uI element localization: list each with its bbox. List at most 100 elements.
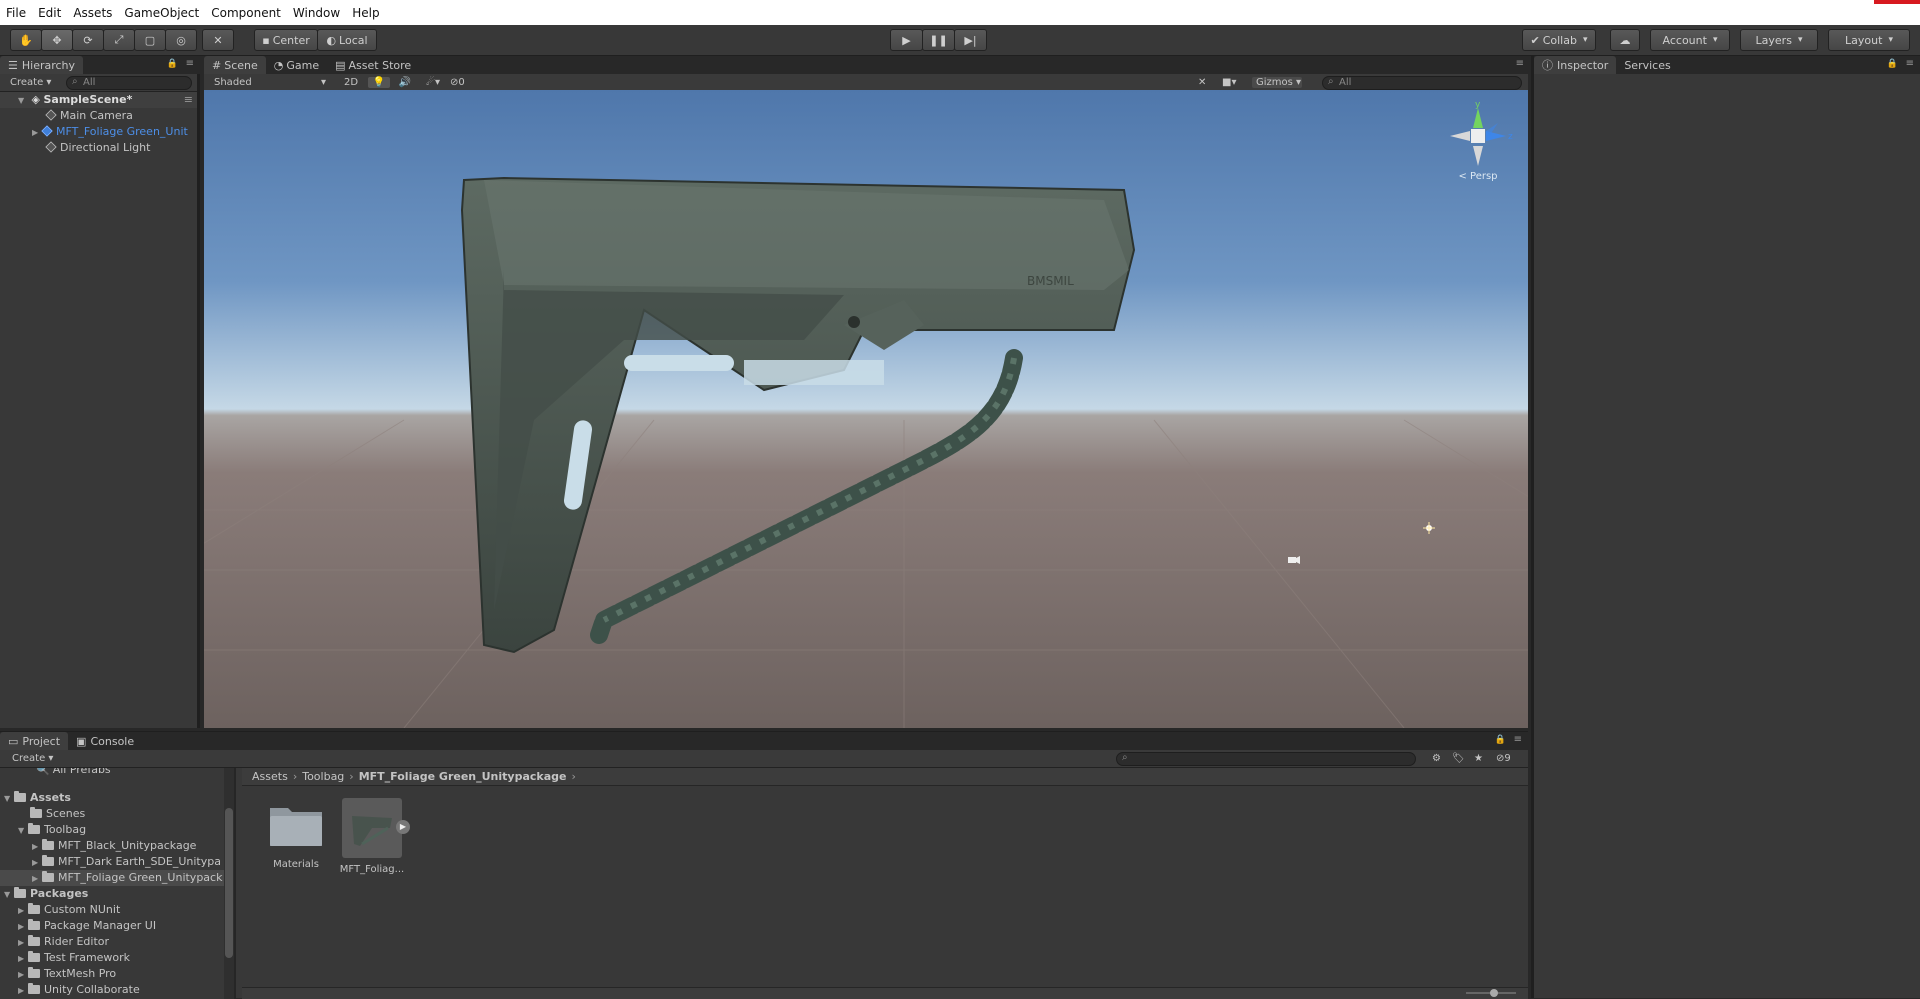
project-create-button[interactable]: Create ▾ <box>12 753 53 764</box>
cloud-button[interactable]: ☁ <box>1610 29 1640 51</box>
layers-dropdown[interactable]: Layers <box>1740 29 1818 51</box>
tree-item-rider-editor[interactable]: ▶ Rider Editor <box>18 934 109 950</box>
move-tool-button[interactable]: ✥ <box>41 29 73 51</box>
expand-triangle-icon[interactable]: ▶ <box>18 919 28 935</box>
panel-menu-icon[interactable]: ≡ <box>1906 58 1914 69</box>
menu-gameobject[interactable]: GameObject <box>118 6 205 20</box>
2d-toggle[interactable]: 2D <box>340 77 362 88</box>
layout-dropdown[interactable]: Layout <box>1828 29 1910 51</box>
panel-menu-icon[interactable]: ≡ <box>1514 734 1522 745</box>
expand-triangle-icon[interactable]: ▶ <box>32 855 42 871</box>
projection-toggle[interactable]: < Persp <box>1438 171 1518 182</box>
tree-item-custom-nunit[interactable]: ▶ Custom NUnit <box>18 902 120 918</box>
effects-dropdown-icon[interactable]: ☄▾ <box>420 77 446 88</box>
expand-triangle-icon[interactable]: ▼ <box>18 823 28 839</box>
expand-triangle-icon[interactable]: ▶ <box>32 871 42 887</box>
tree-item-mft-black[interactable]: ▶ MFT_Black_Unitypackage <box>32 838 196 854</box>
tree-item-unity-collaborate[interactable]: ▶ Unity Collaborate <box>18 982 140 998</box>
orientation-gizmo[interactable]: y z < Persp <box>1438 98 1518 188</box>
favorite-star-icon[interactable]: ★ <box>1474 753 1483 764</box>
tree-scrollbar[interactable] <box>224 768 234 999</box>
filter-type-icon[interactable]: ⚙ <box>1432 753 1441 764</box>
hand-tool-button[interactable]: ✋ <box>10 29 42 51</box>
hierarchy-item-main-camera[interactable]: Main Camera <box>45 108 133 124</box>
breadcrumb-item[interactable]: Toolbag <box>302 770 344 783</box>
lighting-toggle-icon[interactable]: 💡 <box>368 77 390 88</box>
expand-triangle-icon[interactable]: ▶ <box>32 125 42 141</box>
breadcrumb-item[interactable]: Assets <box>252 770 288 783</box>
tab-game[interactable]: ◔ Game <box>266 56 327 74</box>
expand-prefab-icon[interactable]: ▶ <box>396 820 410 834</box>
project-search-input[interactable] <box>1116 752 1416 766</box>
menu-window[interactable]: Window <box>287 6 346 20</box>
tree-item-packages[interactable]: ▼ Packages <box>4 886 88 902</box>
collab-dropdown[interactable]: ✔ Collab <box>1522 29 1596 51</box>
hierarchy-create-button[interactable]: Create ▾ <box>10 77 51 88</box>
gizmos-dropdown[interactable]: Gizmos ▾ <box>1252 77 1302 88</box>
play-button[interactable]: ▶ <box>890 29 923 51</box>
scene-root-row[interactable]: ▼ ◈ SampleScene* ≡ <box>0 92 197 108</box>
breadcrumb-item[interactable]: MFT_Foliage Green_Unitypackage <box>359 770 567 783</box>
hierarchy-item-directional-light[interactable]: Directional Light <box>45 140 150 156</box>
scene-menu-icon[interactable]: ≡ <box>184 92 193 108</box>
rect-tool-button[interactable]: ▢ <box>134 29 166 51</box>
custom-tool-button[interactable]: ✕ <box>202 29 234 51</box>
tab-asset-store[interactable]: ▤ Asset Store <box>327 56 419 74</box>
lock-icon[interactable]: 🔒 <box>167 59 178 69</box>
filter-label-icon[interactable]: 🏷 <box>1452 753 1465 764</box>
menu-help[interactable]: Help <box>346 6 385 20</box>
camera-icon[interactable]: ■▾ <box>1222 77 1236 88</box>
menu-edit[interactable]: Edit <box>32 6 67 20</box>
expand-triangle-icon[interactable]: ▼ <box>18 93 28 109</box>
tab-services[interactable]: Services <box>1616 56 1678 74</box>
tree-item-test-framework[interactable]: ▶ Test Framework <box>18 950 130 966</box>
expand-triangle-icon[interactable]: ▶ <box>18 903 28 919</box>
tree-item-package-manager-ui[interactable]: ▶ Package Manager UI <box>18 918 156 934</box>
tree-item-toolbag[interactable]: ▼ Toolbag <box>18 822 86 838</box>
tab-inspector[interactable]: ⓘ Inspector <box>1534 56 1617 74</box>
lock-icon[interactable]: 🔒 <box>1887 59 1898 69</box>
asset-prefab-item[interactable]: ▶ MFT_Foliag... <box>338 798 410 876</box>
tree-item-mft-foliage-green[interactable]: ▶ MFT_Foliage Green_Unitypack <box>0 870 234 886</box>
pivot-center-toggle[interactable]: ▪ Center <box>254 29 318 51</box>
transform-tool-button[interactable]: ◎ <box>165 29 197 51</box>
panel-menu-icon[interactable]: ≡ <box>186 58 194 69</box>
menu-file[interactable]: File <box>0 6 32 20</box>
hidden-packages-toggle[interactable]: ⊘9 <box>1496 753 1511 764</box>
audio-toggle-icon[interactable]: 🔊 <box>394 77 416 88</box>
tree-item-assets[interactable]: ▼ Assets <box>4 790 71 806</box>
favorites-all-prefabs[interactable]: 🔍 All Prefabs <box>36 768 111 778</box>
expand-triangle-icon[interactable]: ▶ <box>18 967 28 983</box>
rotate-tool-button[interactable]: ⟳ <box>72 29 104 51</box>
expand-triangle-icon[interactable]: ▼ <box>4 791 14 807</box>
tab-hierarchy[interactable]: ☰ Hierarchy <box>0 56 84 74</box>
scene-viewport[interactable]: BMSMIL y z < Persp <box>204 90 1528 728</box>
expand-triangle-icon[interactable]: ▶ <box>32 839 42 855</box>
account-dropdown[interactable]: Account <box>1650 29 1730 51</box>
menu-assets[interactable]: Assets <box>67 6 118 20</box>
hierarchy-search-input[interactable]: All <box>66 76 192 90</box>
shading-mode-dropdown[interactable]: Shaded ▾ <box>214 77 326 88</box>
slider-handle[interactable] <box>1490 989 1498 997</box>
lock-icon[interactable]: 🔒 <box>1495 735 1506 745</box>
panel-menu-icon[interactable]: ≡ <box>1516 58 1524 69</box>
expand-triangle-icon[interactable]: ▶ <box>18 935 28 951</box>
hidden-objects-toggle[interactable]: ⊘0 <box>450 77 480 88</box>
tools-icon[interactable]: ✕ <box>1198 77 1206 88</box>
menu-component[interactable]: Component <box>205 6 287 20</box>
tab-scene[interactable]: # Scene <box>204 56 266 74</box>
pivot-local-toggle[interactable]: ◐ Local <box>317 29 377 51</box>
tab-console[interactable]: ▣ Console <box>68 732 142 750</box>
tree-item-scenes[interactable]: Scenes <box>30 806 85 822</box>
scale-tool-button[interactable]: ⤢ <box>103 29 135 51</box>
step-button[interactable]: ▶| <box>954 29 987 51</box>
asset-materials-folder[interactable]: Materials <box>262 798 330 876</box>
tab-project[interactable]: ▭ Project <box>0 732 69 750</box>
expand-triangle-icon[interactable]: ▶ <box>18 983 28 999</box>
expand-triangle-icon[interactable]: ▶ <box>18 951 28 967</box>
pause-button[interactable]: ❚❚ <box>922 29 955 51</box>
scene-search-input[interactable]: All <box>1322 76 1522 90</box>
hierarchy-item-prefab[interactable]: ▶ MFT_Foliage Green_Unit <box>32 124 188 140</box>
tree-item-textmesh-pro[interactable]: ▶ TextMesh Pro <box>18 966 116 982</box>
tree-item-mft-dark-earth[interactable]: ▶ MFT_Dark Earth_SDE_Unitypa <box>32 854 221 870</box>
